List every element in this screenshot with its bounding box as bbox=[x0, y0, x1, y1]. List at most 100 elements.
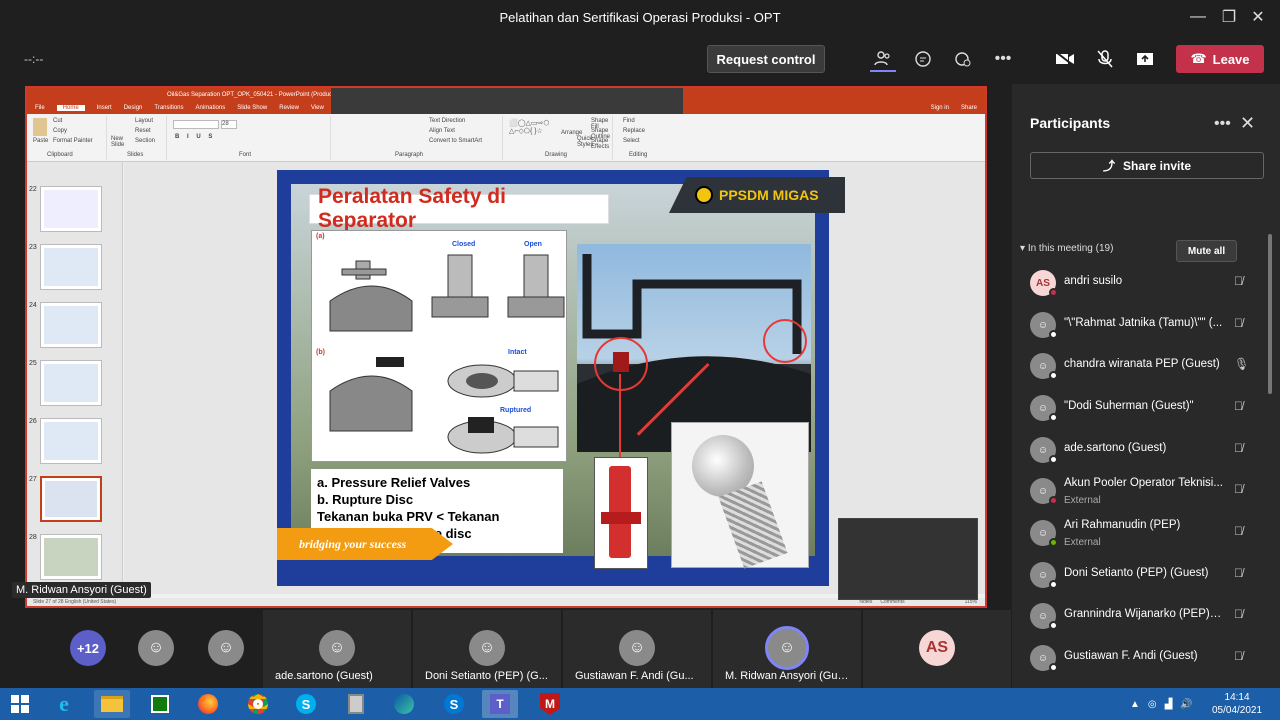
ppt-tab-insert[interactable]: Insert bbox=[97, 105, 112, 111]
chrome-icon[interactable] bbox=[240, 690, 276, 718]
layout-button[interactable]: Layout bbox=[135, 118, 153, 124]
windows-start-icon[interactable] bbox=[0, 688, 40, 720]
camera-off-icon[interactable] bbox=[1052, 46, 1078, 72]
section-button[interactable]: Section bbox=[135, 138, 155, 144]
skype-business-icon[interactable]: S bbox=[436, 690, 472, 718]
ppt-tab-slideshow[interactable]: Slide Show bbox=[237, 105, 267, 111]
panel-scrollbar[interactable] bbox=[1268, 234, 1272, 394]
panel-close-icon[interactable]: ✕ bbox=[1240, 113, 1255, 134]
participant-row[interactable]: ☺ Gustiawan F. Andi (Guest) 🎙̸ bbox=[1030, 642, 1262, 678]
network-icon[interactable]: ◎ bbox=[1148, 699, 1157, 710]
paste-icon[interactable] bbox=[33, 118, 47, 136]
text-direction-button[interactable]: Text Direction bbox=[429, 118, 465, 124]
request-control-button[interactable]: Request control bbox=[707, 45, 825, 73]
slide-thumbnail-22[interactable] bbox=[40, 186, 102, 232]
tray-expand-icon[interactable]: ▲ bbox=[1130, 699, 1140, 710]
slide-thumbnail-23[interactable] bbox=[40, 244, 102, 290]
cut-button[interactable]: Cut bbox=[53, 118, 62, 124]
font-format-buttons[interactable]: B I U S bbox=[175, 134, 215, 140]
skype-icon[interactable]: S bbox=[288, 690, 324, 718]
slide-thumbnail-24[interactable] bbox=[40, 302, 102, 348]
participant-tile-small[interactable]: ☺ bbox=[138, 610, 178, 688]
current-slide[interactable]: Peralatan Safety di Separator PPSDM MIGA… bbox=[277, 170, 845, 586]
in-meeting-count: In this meeting (19) bbox=[1027, 243, 1114, 254]
align-text-button[interactable]: Align Text bbox=[429, 128, 455, 134]
meeting-timer: --:-- bbox=[24, 52, 44, 66]
teams-icon[interactable]: T bbox=[482, 690, 518, 718]
overflow-participants-tile[interactable]: +12 bbox=[70, 610, 120, 688]
ppt-tab-design[interactable]: Design bbox=[124, 105, 143, 111]
share-screen-icon[interactable] bbox=[1132, 46, 1158, 72]
ppt-tab-home[interactable]: Home bbox=[56, 105, 85, 111]
participant-tile-ridwan-speaking[interactable]: ☺ M. Ridwan Ansyori (Guest) bbox=[713, 610, 861, 688]
taskbar-clock[interactable]: 14:14 05/04/2021 bbox=[1212, 691, 1262, 717]
ppt-tab-review[interactable]: Review bbox=[279, 105, 299, 111]
share-invite-button[interactable]: ⤴ Share invite bbox=[1030, 152, 1264, 179]
leave-button[interactable]: ☎ Leave bbox=[1176, 45, 1264, 73]
mic-off-icon[interactable] bbox=[1092, 46, 1118, 72]
font-size-dropdown[interactable]: 28 bbox=[221, 120, 237, 129]
store-icon[interactable] bbox=[142, 690, 178, 718]
calculator-icon[interactable] bbox=[338, 690, 374, 718]
ppt-tab-view[interactable]: View bbox=[311, 105, 324, 111]
ppt-signin[interactable]: Sign in bbox=[931, 105, 949, 111]
slide-thumbnail-27-selected[interactable] bbox=[40, 476, 102, 522]
file-explorer-icon[interactable] bbox=[94, 690, 130, 718]
participant-tile-as[interactable]: AS bbox=[863, 610, 1011, 688]
select-button[interactable]: Select bbox=[623, 138, 640, 144]
find-button[interactable]: Find bbox=[623, 118, 635, 124]
shapes-gallery[interactable]: ⬜◯△▭⇨⬡ △⌐◇⬠{ }☆ bbox=[509, 120, 559, 142]
participant-row[interactable]: ☺ "Dodi Suherman (Guest)" 🎙̸ bbox=[1030, 392, 1262, 428]
copy-button[interactable]: Copy bbox=[53, 128, 67, 134]
participant-name: Doni Setianto (PEP) (Guest) bbox=[1064, 567, 1209, 579]
replace-button[interactable]: Replace bbox=[623, 128, 645, 134]
slides-group-label: Slides bbox=[127, 152, 144, 158]
smartart-button[interactable]: Convert to SmartArt bbox=[429, 138, 482, 144]
mute-all-button[interactable]: Mute all bbox=[1176, 240, 1237, 262]
ppt-tab-animations[interactable]: Animations bbox=[196, 105, 226, 111]
volume-icon[interactable]: 🔊 bbox=[1180, 699, 1192, 710]
edge-icon[interactable] bbox=[386, 690, 422, 718]
participant-row[interactable]: ☺ Grannindra Wijanarko (PEP) (... 🎙̸ bbox=[1030, 600, 1262, 636]
participant-tile-small[interactable]: ☺ bbox=[208, 610, 248, 688]
participant-row[interactable]: AS andri susilo 🎙̸ bbox=[1030, 267, 1262, 303]
piping-drawing bbox=[577, 254, 811, 452]
reset-button[interactable]: Reset bbox=[135, 128, 151, 134]
ribbon-drawing-group: ⬜◯△▭⇨⬡ △⌐◇⬠{ }☆ Arrange Quick Styles Shap… bbox=[505, 116, 613, 160]
participant-row[interactable]: ☺ Doni Setianto (PEP) (Guest) 🎙̸ bbox=[1030, 559, 1262, 595]
ppt-tab-transitions[interactable]: Transitions bbox=[154, 105, 183, 111]
participant-row[interactable]: ☺ "\"Rahmat Jatnika (Tamu)\"" (... 🎙̸ bbox=[1030, 309, 1262, 345]
participant-name: ade.sartono (Guest) bbox=[1064, 442, 1167, 454]
participants-icon[interactable] bbox=[870, 46, 896, 72]
paste-label[interactable]: Paste bbox=[33, 138, 48, 144]
overflow-count: +12 bbox=[70, 630, 106, 666]
close-window-button[interactable]: ✕ bbox=[1240, 0, 1276, 34]
format-painter-button[interactable]: Format Painter bbox=[53, 138, 93, 144]
participant-row[interactable]: ☺ Ari Rahmanudin (PEP) External 🎙̸ bbox=[1030, 517, 1262, 553]
participant-row[interactable]: ☺ Akun Pooler Operator Teknisi... Extern… bbox=[1030, 475, 1262, 511]
slide-thumbnail-25[interactable] bbox=[40, 360, 102, 406]
slide-thumbnail-26[interactable] bbox=[40, 418, 102, 464]
participant-row[interactable]: ☺ chandra wiranata PEP (Guest) 🎙 bbox=[1030, 350, 1262, 386]
ppt-share[interactable]: Share bbox=[961, 105, 977, 111]
font-name-dropdown[interactable] bbox=[173, 120, 219, 129]
raise-hand-icon[interactable] bbox=[950, 46, 976, 72]
signal-icon[interactable]: ▟ bbox=[1165, 699, 1173, 710]
mic-muted-icon: 🎙̸ bbox=[1234, 649, 1243, 663]
mcafee-icon[interactable]: M bbox=[532, 690, 568, 718]
participant-row[interactable]: ☺ ade.sartono (Guest) 🎙̸ bbox=[1030, 434, 1262, 470]
ppt-tab-file[interactable]: File bbox=[35, 105, 45, 111]
new-slide-button[interactable]: New Slide bbox=[111, 136, 129, 148]
more-options-icon[interactable]: ••• bbox=[990, 46, 1016, 72]
participant-tile-doni[interactable]: ☺ Doni Setianto (PEP) (G... bbox=[413, 610, 561, 688]
ppt-ribbon: Paste Cut Copy Format Painter Clipboard … bbox=[27, 114, 985, 162]
internet-explorer-icon[interactable]: e bbox=[46, 690, 82, 718]
participant-tile-gustiawan[interactable]: ☺ Gustiawan F. Andi (Gu... bbox=[563, 610, 711, 688]
shape-effects-button[interactable]: Shape Effects bbox=[591, 138, 612, 150]
in-meeting-header[interactable]: ▾ In this meeting (19) bbox=[1020, 243, 1113, 254]
chat-icon[interactable] bbox=[910, 46, 936, 72]
participant-tile-ade[interactable]: ☺ ade.sartono (Guest) bbox=[263, 610, 411, 688]
slide-thumbnail-28[interactable] bbox=[40, 534, 102, 580]
firefox-icon[interactable] bbox=[190, 690, 226, 718]
panel-more-icon[interactable]: ••• bbox=[1214, 115, 1231, 133]
